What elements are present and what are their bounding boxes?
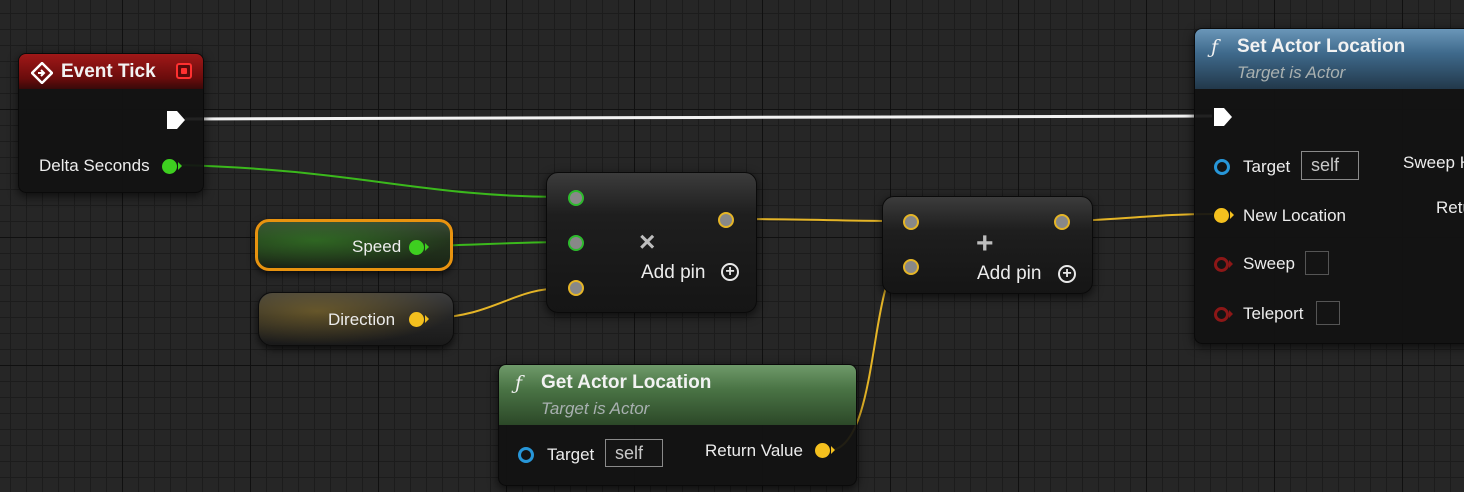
wire-delta-to-multiply <box>179 164 567 198</box>
target-label: Target <box>1243 157 1291 176</box>
delta-seconds-pin[interactable] <box>162 159 177 174</box>
multiply-input-pin-c[interactable] <box>568 280 584 296</box>
target-self-field[interactable]: self <box>605 439 663 467</box>
set-actor-location-title: Set Actor Location <box>1237 36 1406 57</box>
teleport-pin[interactable] <box>1214 307 1229 322</box>
add-input-pin-a[interactable] <box>903 214 919 230</box>
new-location-pin[interactable] <box>1214 208 1229 223</box>
sweep-hit-result-label: Sweep Hit Result <box>1403 153 1464 172</box>
target-pin[interactable] <box>518 447 534 463</box>
direction-variable-node[interactable]: Direction <box>258 292 454 346</box>
multiply-output-pin[interactable] <box>718 212 734 228</box>
event-icon <box>31 62 53 84</box>
target-self-field[interactable]: self <box>1301 151 1359 180</box>
new-location-label: New Location <box>1243 206 1347 225</box>
exec-out-pin[interactable] <box>166 110 186 130</box>
function-icon: ƒ <box>515 372 523 394</box>
wire-multiply-to-add <box>734 218 903 222</box>
direction-label: Direction <box>328 310 396 329</box>
speed-label: Speed <box>352 237 402 256</box>
function-icon: ƒ <box>1211 36 1219 58</box>
add-node[interactable]: + Add pin + <box>882 196 1093 294</box>
return-value-pin[interactable] <box>815 443 830 458</box>
multiply-input-pin-a[interactable] <box>568 190 584 206</box>
pin-arrow <box>1229 260 1233 268</box>
pin-arrow <box>425 243 429 251</box>
add-input-pin-b[interactable] <box>903 259 919 275</box>
pin-arrow <box>831 446 835 454</box>
get-actor-location-node[interactable]: ƒ Get Actor Location Target is Actor Tar… <box>498 364 857 486</box>
pin-arrow <box>1230 211 1234 219</box>
delta-seconds-label: Delta Seconds <box>39 156 150 175</box>
sweep-pin[interactable] <box>1214 257 1229 272</box>
sweep-checkbox[interactable] <box>1305 251 1329 275</box>
pin-arrow <box>178 162 182 170</box>
target-label: Target <box>547 445 595 464</box>
speed-variable-node[interactable]: Speed <box>255 219 453 271</box>
exec-wire <box>184 114 1213 121</box>
teleport-label: Teleport <box>1243 304 1304 323</box>
return-value-label: Return Value <box>1436 198 1464 217</box>
get-actor-location-title: Get Actor Location <box>541 372 712 393</box>
sweep-label: Sweep <box>1243 254 1295 273</box>
get-actor-location-subtitle: Target is Actor <box>541 399 650 418</box>
multiply-input-pin-b[interactable] <box>568 235 584 251</box>
pin-arrow <box>425 315 429 323</box>
target-pin[interactable] <box>1214 159 1230 175</box>
add-output-pin[interactable] <box>1054 214 1070 230</box>
return-value-label: Return Value <box>705 441 803 460</box>
multiply-add-pin-label[interactable]: Add pin <box>641 262 705 284</box>
wire-add-to-setlocation <box>1071 213 1214 222</box>
multiply-icon: × <box>639 226 656 257</box>
add-add-pin-label[interactable]: Add pin <box>977 263 1041 285</box>
delegate-pin-icon[interactable] <box>176 63 192 79</box>
direction-output-pin[interactable] <box>409 312 424 327</box>
teleport-checkbox[interactable] <box>1316 301 1340 325</box>
exec-in-pin[interactable] <box>1213 107 1233 127</box>
pin-arrow <box>1229 310 1233 318</box>
set-actor-location-subtitle: Target is Actor <box>1237 63 1346 82</box>
speed-output-pin[interactable] <box>409 240 424 255</box>
multiply-node[interactable]: × Add pin + <box>546 172 757 313</box>
add-icon: + <box>976 227 994 260</box>
add-pin-icon[interactable]: + <box>721 263 739 281</box>
add-pin-icon[interactable]: + <box>1058 265 1076 283</box>
event-tick-title: Event Tick <box>61 61 156 82</box>
set-actor-location-node[interactable]: ƒ Set Actor Location Target is Actor Tar… <box>1194 28 1464 344</box>
event-tick-node[interactable]: Event Tick Delta Seconds <box>18 53 204 193</box>
